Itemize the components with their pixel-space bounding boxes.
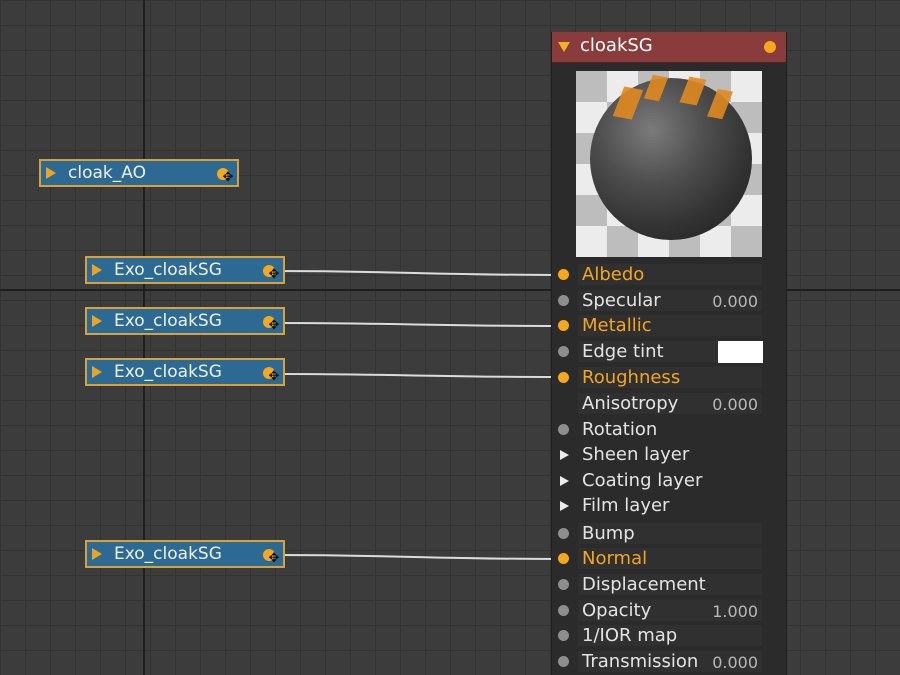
param-anisotropy[interactable]: Anisotropy 0.000 <box>552 391 786 416</box>
param-ior-map[interactable]: 1/IOR map <box>552 623 786 648</box>
source-node-label: Exo_cloakSG <box>114 260 222 280</box>
source-node-exo-cloaksg-2[interactable]: Exo_cloakSG ✥ <box>85 307 285 335</box>
preview-sphere <box>590 74 752 240</box>
param-edge-tint[interactable]: Edge tint <box>552 339 786 364</box>
output-port-icon[interactable] <box>764 41 776 53</box>
source-node-label: Exo_cloakSG <box>114 311 222 331</box>
material-preview <box>576 71 762 257</box>
move-cross-icon[interactable]: ✥ <box>221 171 235 185</box>
param-metallic[interactable]: Metallic <box>552 313 786 338</box>
param-coating-layer[interactable]: Coating layer <box>552 468 786 493</box>
wire-roughness <box>271 373 564 378</box>
source-node-exo-cloaksg-3[interactable]: Exo_cloakSG ✥ <box>85 358 285 386</box>
input-port-icon[interactable] <box>558 346 569 357</box>
param-displacement[interactable]: Displacement <box>552 572 786 597</box>
material-node[interactable]: cloakSG Albedo Specular 0.000 Metallic E… <box>551 32 787 675</box>
input-port-icon[interactable] <box>558 295 569 306</box>
source-node-exo-cloaksg-1[interactable]: Exo_cloakSG ✥ <box>85 256 285 284</box>
input-port-icon[interactable] <box>558 269 569 280</box>
param-label: Film layer <box>582 495 670 516</box>
triangle-right-icon[interactable] <box>46 167 56 179</box>
color-swatch[interactable] <box>718 341 763 363</box>
param-normal[interactable]: Normal <box>552 546 786 571</box>
move-cross-icon[interactable]: ✥ <box>267 268 281 282</box>
source-node-label: Exo_cloakSG <box>114 362 222 382</box>
move-cross-icon[interactable]: ✥ <box>267 370 281 384</box>
param-label: Bump <box>582 523 635 544</box>
param-label: Metallic <box>582 315 652 336</box>
param-albedo[interactable]: Albedo <box>552 262 786 287</box>
material-node-title: cloakSG <box>580 35 653 56</box>
source-node-cloak-ao[interactable]: cloak_AO ✥ <box>39 159 239 187</box>
input-port-icon[interactable] <box>558 630 569 641</box>
param-label: Roughness <box>582 367 681 388</box>
move-cross-icon[interactable]: ✥ <box>267 552 281 566</box>
param-label: Transmission <box>582 651 699 672</box>
param-value[interactable]: 0.000 <box>712 289 758 314</box>
triangle-right-icon[interactable] <box>92 548 102 560</box>
input-port-icon[interactable] <box>558 528 569 539</box>
source-node-exo-cloaksg-4[interactable]: Exo_cloakSG ✥ <box>85 540 285 568</box>
param-sheen-layer[interactable]: Sheen layer <box>552 442 786 467</box>
triangle-right-icon[interactable] <box>560 450 569 460</box>
source-node-label: cloak_AO <box>68 163 146 183</box>
param-label: Rotation <box>582 419 658 440</box>
param-value[interactable]: 0.000 <box>712 392 758 417</box>
input-port-icon[interactable] <box>558 656 569 667</box>
move-cross-icon[interactable]: ✥ <box>267 319 281 333</box>
param-label: Albedo <box>582 264 645 285</box>
input-port-icon[interactable] <box>558 320 569 331</box>
param-bump[interactable]: Bump <box>552 521 786 546</box>
wire-normal <box>271 554 564 560</box>
source-node-label: Exo_cloakSG <box>114 544 222 564</box>
triangle-right-icon[interactable] <box>92 366 102 378</box>
param-rotation[interactable]: Rotation <box>552 417 786 442</box>
triangle-down-icon[interactable] <box>558 42 570 52</box>
input-port-icon[interactable] <box>558 553 569 564</box>
param-label: Coating layer <box>582 470 703 491</box>
triangle-right-icon[interactable] <box>92 315 102 327</box>
param-roughness[interactable]: Roughness <box>552 365 786 390</box>
wire-metallic <box>271 322 564 327</box>
param-film-layer[interactable]: Film layer <box>552 493 786 518</box>
param-label: Sheen layer <box>582 444 690 465</box>
param-value[interactable]: 1.000 <box>712 599 758 624</box>
param-value[interactable]: 0.000 <box>712 650 758 675</box>
input-port-icon[interactable] <box>558 579 569 590</box>
texture-patch <box>612 86 644 120</box>
texture-patch <box>707 88 733 120</box>
texture-patch <box>679 76 707 106</box>
param-opacity[interactable]: Opacity 1.000 <box>552 598 786 623</box>
param-transmission[interactable]: Transmission 0.000 <box>552 649 786 674</box>
param-label: Displacement <box>582 574 706 595</box>
param-specular[interactable]: Specular 0.000 <box>552 288 786 313</box>
material-node-header[interactable]: cloakSG <box>552 32 786 63</box>
triangle-right-icon[interactable] <box>560 501 569 511</box>
input-port-icon[interactable] <box>558 605 569 616</box>
param-label: Normal <box>582 548 648 569</box>
param-label: Specular <box>582 290 661 311</box>
param-label: 1/IOR map <box>582 625 678 646</box>
texture-patch <box>643 74 669 102</box>
wire-albedo <box>271 270 564 276</box>
input-port-icon[interactable] <box>558 424 569 435</box>
input-port-icon[interactable] <box>558 372 569 383</box>
triangle-right-icon[interactable] <box>92 264 102 276</box>
param-label: Opacity <box>582 600 652 621</box>
param-label: Anisotropy <box>582 393 679 414</box>
triangle-right-icon[interactable] <box>560 476 569 486</box>
param-label: Edge tint <box>582 341 664 362</box>
